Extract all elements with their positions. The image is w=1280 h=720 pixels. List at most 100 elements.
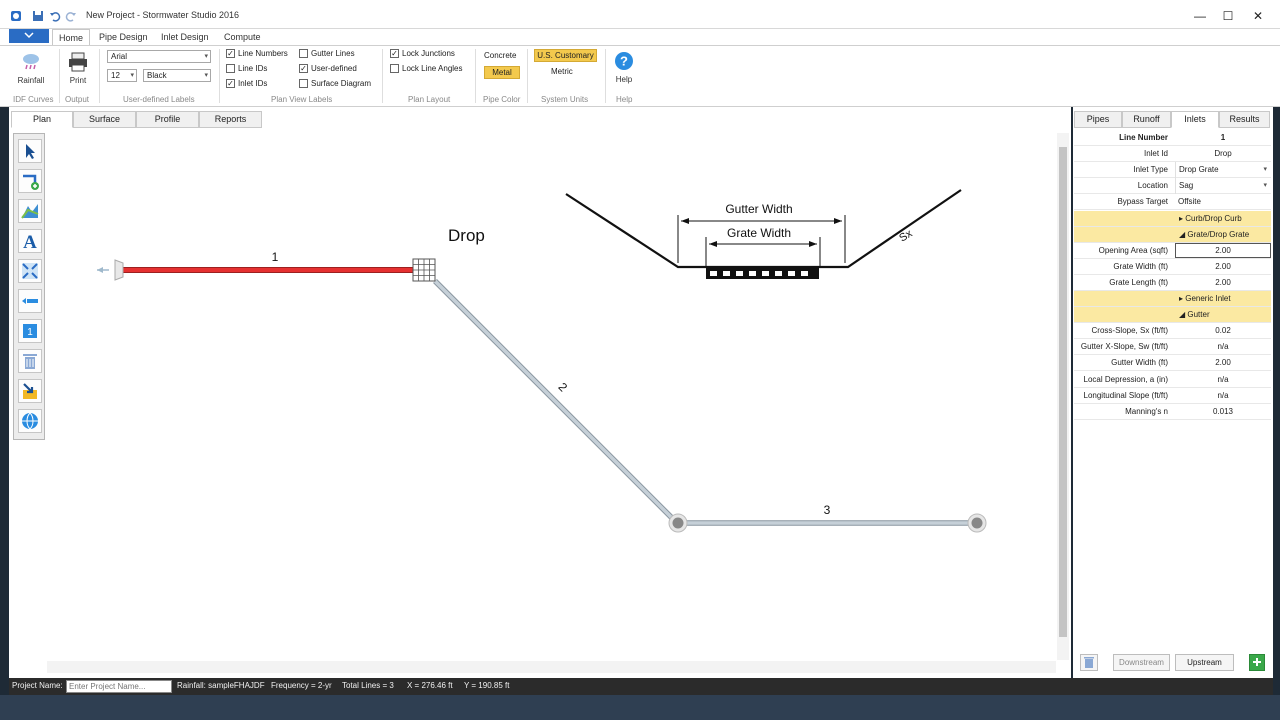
property-row[interactable]: Inlet Type Drop Grate ▾ (1074, 162, 1271, 179)
property-value: 2.00 (1215, 261, 1231, 271)
property-value: Drop (1214, 149, 1232, 159)
file-menu-button[interactable] (9, 29, 49, 43)
chevron-down-icon: ▾ (1263, 166, 1267, 174)
tab-profile[interactable]: Profile (136, 111, 199, 128)
output-group-label: Output (65, 95, 90, 104)
import-tool[interactable] (18, 379, 42, 403)
property-section-header[interactable]: ▸ Generic Inlet (1074, 291, 1271, 307)
gutter-lines-checkbox[interactable] (299, 49, 308, 58)
tab-compute[interactable]: Compute (218, 29, 267, 45)
font-name-select[interactable]: Arial ▾ (107, 50, 211, 63)
redo-icon[interactable] (65, 10, 77, 22)
rain-cloud-icon (23, 54, 39, 70)
surface-tool[interactable] (18, 199, 42, 223)
junction-node[interactable] (668, 513, 688, 533)
property-input[interactable]: 2.00 (1175, 242, 1271, 258)
property-select[interactable]: Drop Grate (1175, 162, 1271, 179)
user-defined-checkbox[interactable]: ✓ (299, 64, 308, 73)
surface-icon (21, 204, 39, 219)
help-label: Help (615, 75, 633, 84)
property-value: ▸ Generic Inlet (1179, 294, 1231, 303)
property-section-header[interactable]: ◢ Gutter (1074, 307, 1271, 324)
line-numbers-label: Line Numbers (238, 49, 288, 58)
line-number-tool[interactable]: 1 (18, 319, 42, 343)
property-value: n/a (1217, 342, 1229, 352)
concrete-option[interactable]: Concrete (484, 51, 516, 60)
inlet-ids-checkbox[interactable]: ✓ (226, 79, 235, 88)
group-divider (382, 49, 383, 103)
rainfall-button[interactable]: Rainfall (14, 51, 48, 91)
tab-home[interactable]: Home (52, 29, 91, 45)
maximize-button[interactable]: ☐ (1214, 8, 1242, 26)
help-button[interactable]: ? Help (609, 51, 639, 91)
metric-option[interactable]: Metric (551, 67, 573, 76)
plus-icon (1253, 658, 1261, 666)
tab-reports[interactable]: Reports (199, 111, 262, 128)
downstream-button[interactable]: Downstream (1113, 654, 1170, 671)
lock-junctions-label: Lock Junctions (402, 49, 455, 58)
lock-line-angles-checkbox[interactable] (390, 64, 399, 73)
tab-plan[interactable]: Plan (11, 111, 73, 128)
outfall-icon[interactable] (97, 259, 124, 281)
pointer-icon (26, 144, 35, 159)
property-row[interactable]: Location Sag ▾ (1074, 178, 1271, 195)
line-ids-checkbox[interactable] (226, 64, 235, 73)
gutter-lines-label: Gutter Lines (311, 49, 355, 58)
tab-inlets[interactable]: Inlets (1171, 111, 1219, 128)
tab-runoff[interactable]: Runoff (1122, 111, 1171, 128)
text-tool[interactable]: A (18, 229, 42, 253)
pipe-color-group-label: Pipe Color (483, 95, 521, 104)
font-size-select[interactable]: 12 ▾ (107, 69, 137, 82)
minimize-button[interactable]: — (1186, 8, 1214, 26)
idf-curves-group-label: IDF Curves (13, 95, 54, 104)
property-value: n/a (1217, 374, 1229, 384)
plan-canvas[interactable]: 1 2 3 Drop Gutter Width Grate Width Sx (47, 133, 1056, 660)
lock-junctions-checkbox[interactable]: ✓ (390, 49, 399, 58)
property-value: 0.013 (1212, 406, 1234, 416)
scrollbar-thumb[interactable] (1059, 147, 1067, 637)
property-label: Location (1137, 181, 1168, 191)
add-line-tool[interactable] (18, 169, 42, 193)
map-tool[interactable] (18, 409, 42, 433)
property-select[interactable]: Sag (1175, 178, 1271, 195)
close-button[interactable]: ✕ (1244, 8, 1272, 26)
delete-tool[interactable] (18, 349, 42, 373)
upstream-button[interactable]: Upstream (1175, 654, 1234, 671)
property-row: Inlet Id Drop (1074, 146, 1271, 163)
property-section-header[interactable]: ▸ Curb/Drop Curb (1074, 210, 1271, 227)
property-label: Grate Width (ft) (1113, 261, 1168, 271)
undo-icon[interactable] (49, 10, 61, 22)
group-divider (475, 49, 476, 103)
delete-inlet-button[interactable] (1080, 654, 1098, 671)
property-value: 2.00 (1215, 358, 1231, 368)
property-label: Gutter X-Slope, Sw (ft/ft) (1080, 342, 1168, 352)
property-section-header[interactable]: ◢ Grate/Drop Grate (1074, 226, 1271, 243)
tab-inlet-design[interactable]: Inlet Design (155, 29, 215, 45)
print-button[interactable]: Print (63, 51, 93, 91)
metal-option[interactable]: Metal (484, 66, 520, 79)
tab-pipes[interactable]: Pipes (1074, 111, 1122, 128)
zoom-extents-tool[interactable] (18, 259, 42, 283)
select-tool[interactable] (18, 139, 42, 163)
line-numbers-checkbox[interactable]: ✓ (226, 49, 235, 58)
pipe-line-2[interactable] (433, 279, 679, 525)
font-color-select[interactable]: Black ▾ (143, 69, 211, 82)
surface-diagram-checkbox[interactable] (299, 79, 308, 88)
add-inlet-button[interactable] (1249, 654, 1265, 671)
line-3-label: 3 (824, 503, 831, 517)
property-row[interactable]: Opening Area (sqft) 2.00 (1074, 242, 1271, 259)
total-lines-status: Total Lines = 3 (342, 681, 394, 690)
save-icon[interactable] (32, 10, 44, 22)
junction-node[interactable] (967, 513, 987, 533)
horizontal-scrollbar[interactable] (47, 661, 1056, 673)
project-name-input[interactable] (66, 680, 172, 693)
drop-grate-inlet[interactable] (412, 258, 436, 282)
tab-results[interactable]: Results (1219, 111, 1270, 128)
tab-pipe-design[interactable]: Pipe Design (93, 29, 154, 45)
us-customary-option[interactable]: U.S. Customary (534, 49, 597, 62)
align-tool[interactable] (18, 289, 42, 313)
trash-icon (23, 354, 37, 369)
property-value: ◢ Grate/Drop Grate (1179, 229, 1250, 239)
vertical-scrollbar[interactable] (1057, 133, 1069, 660)
tab-surface[interactable]: Surface (73, 111, 136, 128)
